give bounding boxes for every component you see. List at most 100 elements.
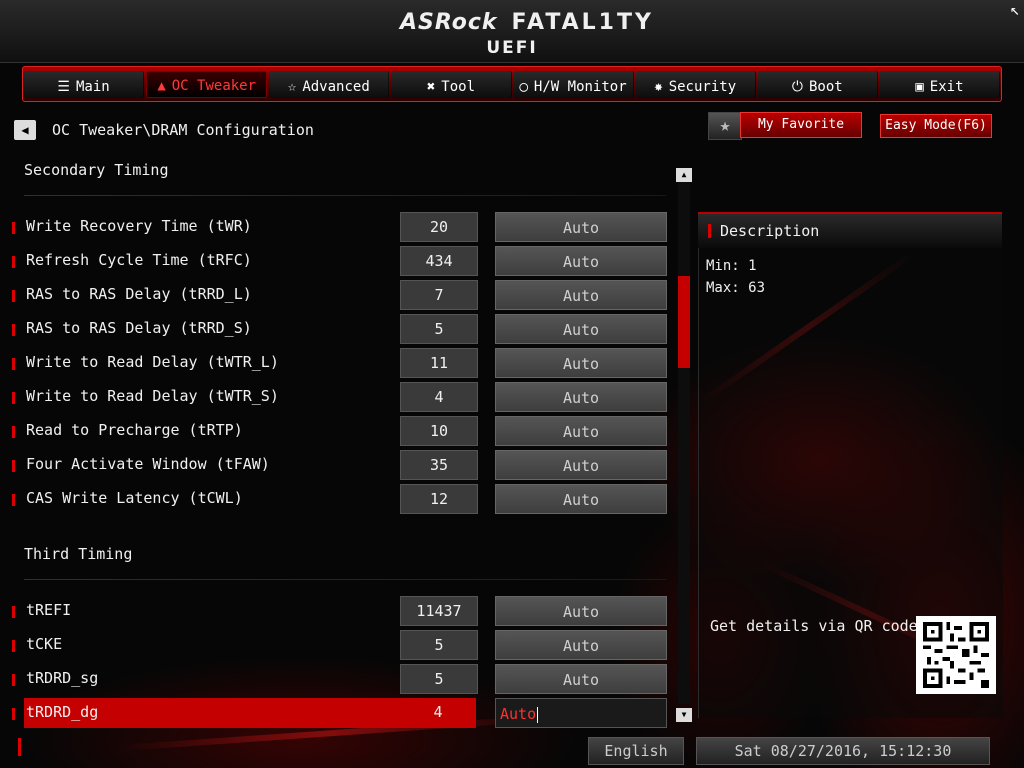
- setting-row-tcke[interactable]: tCKE 5 Auto: [10, 630, 667, 660]
- description-header: Description: [698, 212, 1002, 248]
- setting-mode-select[interactable]: Auto: [495, 246, 667, 276]
- setting-mode-select[interactable]: Auto: [495, 416, 667, 446]
- row-marker: [12, 674, 15, 686]
- row-marker: [12, 606, 15, 618]
- breadcrumb: OC Tweaker\DRAM Configuration: [52, 121, 314, 139]
- setting-current-value: 7: [400, 280, 478, 310]
- tab-label: Security: [668, 79, 737, 95]
- setting-mode-select[interactable]: Auto: [495, 314, 667, 344]
- back-button[interactable]: ◀: [14, 120, 36, 140]
- scroll-up-button[interactable]: ▲: [676, 168, 692, 182]
- setting-row-twtr-l[interactable]: Write to Read Delay (tWTR_L) 11 Auto: [10, 348, 667, 378]
- back-arrow-icon: ◀: [21, 123, 29, 137]
- row-marker: [12, 392, 15, 404]
- tab-boot[interactable]: ⏻ Boot: [757, 71, 878, 98]
- tab-main[interactable]: ☰ Main: [24, 71, 145, 98]
- brand-fatality: FATAL1TY: [511, 10, 654, 35]
- setting-current-value: 5: [400, 314, 478, 344]
- setting-row-trtp[interactable]: Read to Precharge (tRTP) 10 Auto: [10, 416, 667, 446]
- footer-marker: [18, 738, 21, 756]
- tab-security[interactable]: ✸ Security: [635, 71, 756, 98]
- monitor-icon: ◯: [519, 79, 528, 95]
- section-divider: [24, 579, 666, 580]
- setting-row-tcwl[interactable]: CAS Write Latency (tCWL) 12 Auto: [10, 484, 667, 514]
- setting-current-value: 4: [433, 703, 443, 721]
- power-icon: ⏻: [791, 79, 803, 95]
- tab-label: H/W Monitor: [533, 79, 627, 95]
- description-title: Description: [720, 222, 820, 240]
- setting-row-trfc[interactable]: Refresh Cycle Time (tRFC) 434 Auto: [10, 246, 667, 276]
- brand-uefi: UEFI: [486, 38, 538, 58]
- setting-mode-select[interactable]: Auto: [495, 596, 667, 626]
- setting-row-trrd-l[interactable]: RAS to RAS Delay (tRRD_L) 7 Auto: [10, 280, 667, 310]
- row-marker: [12, 222, 15, 234]
- setting-row-trdrd-sg[interactable]: tRDRD_sg 5 Auto: [10, 664, 667, 694]
- main-nav: ☰ Main ▲ OC Tweaker ☆ Advanced ✖ Tool ◯ H/W M…: [22, 66, 1002, 102]
- datetime-display: Sat 08/27/2016, 15:12:30: [696, 737, 990, 765]
- section-title-secondary: Secondary Timing: [24, 161, 169, 179]
- setting-current-value: 35: [400, 450, 478, 480]
- setting-row-trefi[interactable]: tREFI 11437 Auto: [10, 596, 667, 626]
- setting-current-value: 4: [400, 382, 478, 412]
- setting-current-value: 10: [400, 416, 478, 446]
- shield-icon: ✸: [654, 79, 663, 95]
- tab-advanced[interactable]: ☆ Advanced: [269, 71, 390, 98]
- brand-asrock: ASRock: [400, 10, 498, 35]
- setting-label: tREFI: [26, 601, 72, 619]
- flame-icon: ▲: [157, 78, 166, 94]
- setting-label: Write to Read Delay (tWTR_S): [26, 387, 279, 405]
- setting-label: Read to Precharge (tRTP): [26, 421, 243, 439]
- setting-current-value: 12: [400, 484, 478, 514]
- row-marker: [12, 640, 15, 652]
- tab-label: Advanced: [302, 79, 370, 95]
- setting-label: RAS to RAS Delay (tRRD_S): [26, 319, 252, 337]
- setting-row-twtr-s[interactable]: Write to Read Delay (tWTR_S) 4 Auto: [10, 382, 667, 412]
- exit-icon: ▣: [915, 79, 924, 95]
- tab-tool[interactable]: ✖ Tool: [391, 71, 512, 98]
- list-icon: ☰: [57, 79, 70, 95]
- row-marker: [12, 460, 15, 472]
- setting-row-twr[interactable]: Write Recovery Time (tWR) 20 Auto: [10, 212, 667, 242]
- tab-label: Boot: [808, 79, 843, 95]
- tab-exit[interactable]: ▣ Exit: [879, 71, 1000, 98]
- scrollbar-thumb[interactable]: [678, 276, 690, 368]
- setting-current-value: 434: [400, 246, 478, 276]
- tools-icon: ✖: [426, 79, 436, 95]
- my-favorite-button[interactable]: My Favorite: [740, 112, 862, 138]
- setting-mode-select[interactable]: Auto: [495, 630, 667, 660]
- setting-label: CAS Write Latency (tCWL): [26, 489, 243, 507]
- setting-mode-select[interactable]: Auto: [495, 280, 667, 310]
- section-title-third: Third Timing: [24, 545, 133, 563]
- setting-mode-select[interactable]: Auto: [495, 348, 667, 378]
- setting-mode-select[interactable]: Auto: [495, 382, 667, 412]
- setting-mode-select[interactable]: Auto: [495, 484, 667, 514]
- setting-mode-input[interactable]: Auto: [495, 698, 667, 728]
- setting-row-trrd-s[interactable]: RAS to RAS Delay (tRRD_S) 5 Auto: [10, 314, 667, 344]
- scroll-down-button[interactable]: ▼: [676, 708, 692, 722]
- row-marker: [12, 358, 15, 370]
- setting-row-tfaw[interactable]: Four Activate Window (tFAW) 35 Auto: [10, 450, 667, 480]
- description-min: Min: 1: [706, 258, 757, 274]
- favorite-star-icon[interactable]: ★: [708, 112, 742, 140]
- tab-oc-tweaker[interactable]: ▲ OC Tweaker: [146, 71, 268, 98]
- mouse-cursor-icon: ↖: [1010, 0, 1020, 19]
- easy-mode-button[interactable]: Easy Mode(F6): [880, 114, 992, 138]
- setting-mode-select[interactable]: Auto: [495, 450, 667, 480]
- qr-code-pattern: [923, 622, 989, 688]
- row-marker: [12, 494, 15, 506]
- setting-mode-select[interactable]: Auto: [495, 664, 667, 694]
- setting-label: tCKE: [26, 635, 63, 653]
- tab-hw-monitor[interactable]: ◯ H/W Monitor: [513, 71, 634, 98]
- setting-mode-select[interactable]: Auto: [495, 212, 667, 242]
- tab-label: Main: [75, 79, 110, 95]
- description-marker: [708, 224, 711, 238]
- setting-current-value: 5: [400, 630, 478, 660]
- star-advanced-icon: ☆: [287, 79, 297, 95]
- setting-row-trdrd-dg[interactable]: tRDRD_dg 4 Auto: [10, 698, 667, 728]
- scrollbar-track[interactable]: [678, 182, 690, 704]
- language-button[interactable]: English: [588, 737, 684, 765]
- qr-code: [916, 616, 996, 694]
- setting-current-value: 20: [400, 212, 478, 242]
- setting-current-value: 11437: [400, 596, 478, 626]
- setting-mode-text: Auto: [500, 705, 537, 723]
